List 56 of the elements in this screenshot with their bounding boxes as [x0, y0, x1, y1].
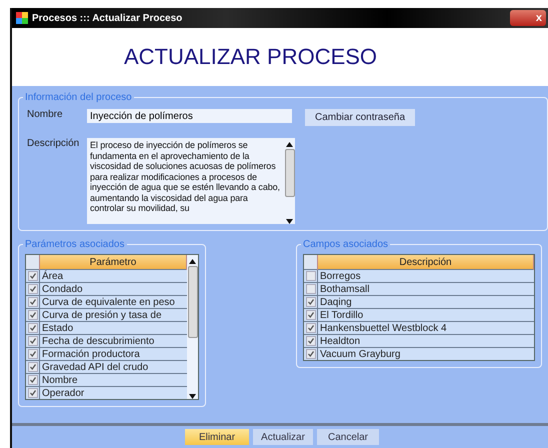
window-title: Procesos ::: Actualizar Proceso — [32, 12, 182, 24]
checkbox[interactable] — [28, 296, 38, 307]
scroll-down-icon[interactable] — [189, 394, 196, 399]
checkbox[interactable] — [28, 310, 38, 320]
table-cell: Operador — [40, 386, 186, 399]
checkbox[interactable] — [28, 322, 38, 333]
name-field[interactable]: Inyección de polímeros — [87, 109, 292, 123]
table-cell: Curva de presión y tasa de — [40, 308, 186, 322]
table-cell: El Tordillo — [318, 308, 534, 322]
checkbox[interactable] — [28, 270, 38, 281]
table-cell: Nombre — [40, 374, 186, 386]
checkbox[interactable] — [28, 374, 38, 385]
table-cell: Hankensbuettel Westblock 4 — [318, 322, 534, 334]
checkbox[interactable] — [28, 284, 38, 294]
scroll-up-icon[interactable] — [189, 259, 196, 264]
checkbox[interactable] — [28, 362, 38, 372]
table-cell: Formación productora — [40, 348, 186, 360]
field-label: Descripción — [26, 138, 80, 149]
page-heading: ACTUALIZAR PROCESO — [124, 44, 378, 70]
table-cell: Fecha de descubrimiento — [40, 334, 186, 348]
table-cell: Condado — [40, 282, 186, 296]
checkbox[interactable] — [306, 270, 316, 281]
checkbox[interactable] — [306, 336, 316, 346]
checkbox[interactable] — [28, 388, 38, 398]
column-header[interactable]: Parámetro — [40, 255, 186, 270]
change-password-button[interactable]: Cambiar contraseña — [305, 109, 416, 126]
table-cell: Bothamsall — [318, 282, 534, 296]
field-label: Nombre — [26, 109, 64, 120]
table-cell: Gravedad API del crudo — [40, 360, 186, 374]
action-button[interactable]: Cancelar — [317, 429, 379, 445]
table-cell: Healdton — [318, 334, 534, 348]
scrollbar[interactable] — [187, 255, 198, 399]
table-cell: Borregos — [318, 270, 534, 282]
checkbox[interactable] — [306, 284, 316, 294]
group-legend: Campos asociados — [301, 239, 390, 250]
checkbox[interactable] — [28, 336, 38, 346]
table-cell: Estado — [40, 322, 186, 334]
action-button[interactable]: Actualizar — [253, 429, 313, 445]
checkbox[interactable] — [306, 322, 316, 333]
description-field[interactable]: El proceso de inyección de polímeros se fundamenta en el aprovechamiento de la viscosidad de soluciones acuosas de polímeros para realizar modificaciones a procesos de inyección de agua que se estén llevando a cabo, aumentando la viscosidad del agua para controlar su movilidad, su — [87, 138, 295, 224]
scroll-down-icon[interactable] — [286, 219, 293, 224]
app-icon — [16, 12, 28, 24]
table-cell: Daqing — [318, 296, 534, 308]
table-cell: Curva de equivalente en peso — [40, 296, 186, 308]
table-cell: Vacuum Grayburg — [318, 348, 534, 360]
action-button[interactable]: Eliminar — [185, 429, 249, 445]
checkbox[interactable] — [306, 296, 316, 307]
checkbox[interactable] — [306, 310, 316, 320]
close-button[interactable]: x — [510, 10, 546, 26]
table-cell: Área — [40, 270, 186, 282]
checkbox[interactable] — [306, 348, 316, 359]
scroll-up-icon[interactable] — [286, 142, 293, 147]
group-legend: Parámetros asociados — [23, 239, 126, 250]
checkbox[interactable] — [28, 348, 38, 359]
column-header[interactable]: Descripción — [318, 255, 534, 270]
group-legend: Información del proceso — [23, 92, 134, 103]
